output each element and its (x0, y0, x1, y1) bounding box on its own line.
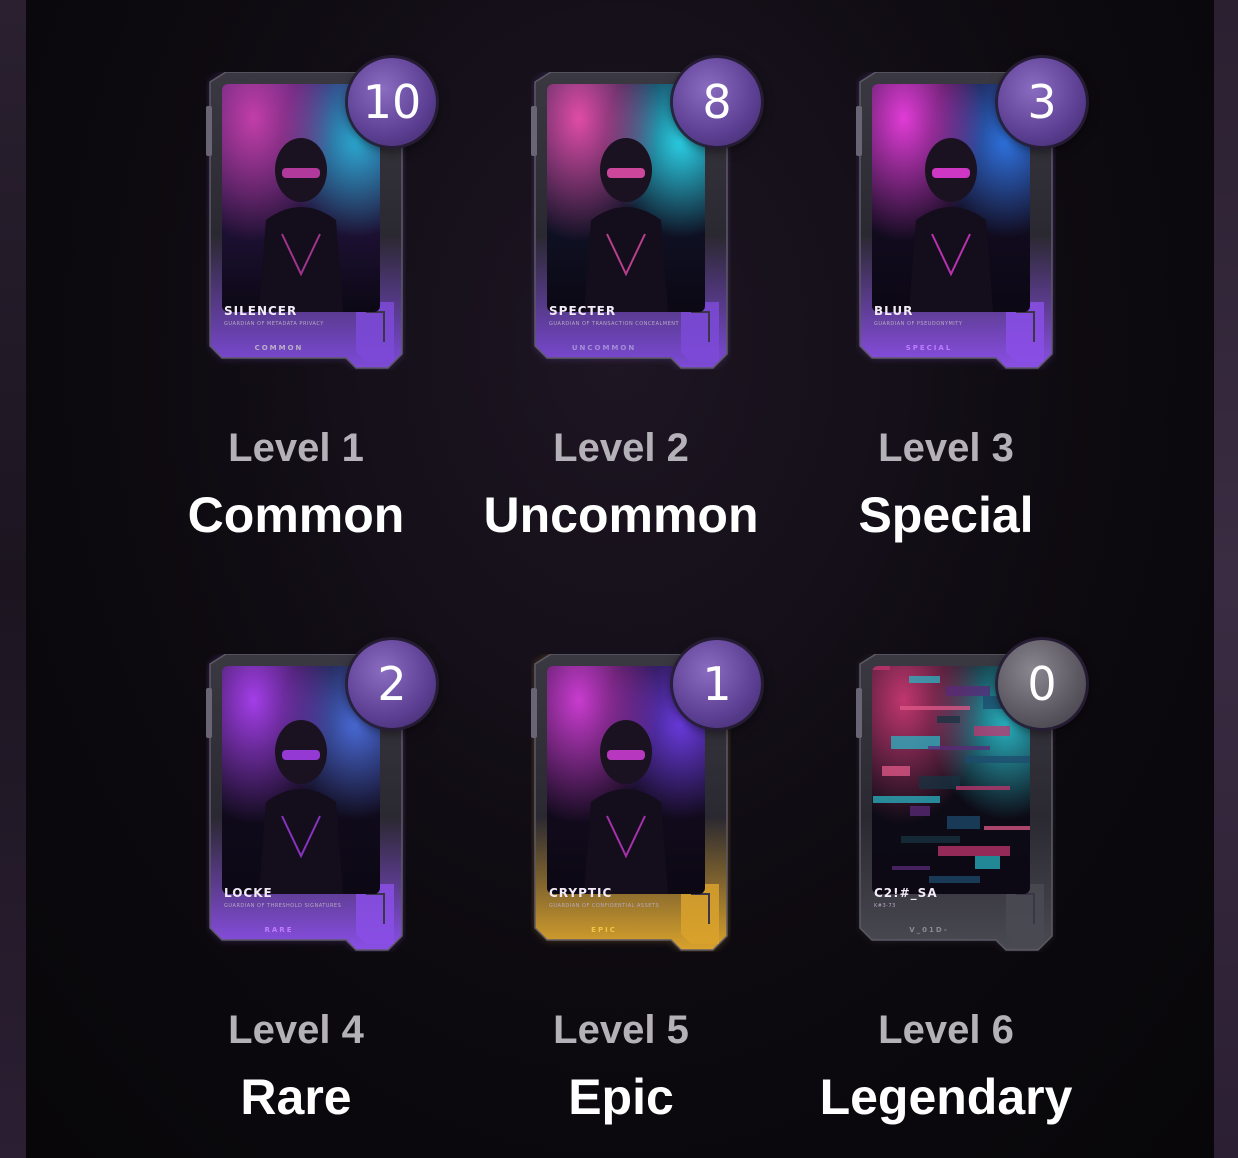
level-label: Level 3 (878, 426, 1014, 470)
card-subtitle: K#3-73 (874, 903, 896, 909)
card-subtitle: GUARDIAN OF PSEUDONYMITY (874, 321, 963, 327)
card-subtitle: GUARDIAN OF CONFIDENTIAL ASSETS (549, 903, 660, 909)
tier-label: Epic (568, 1069, 674, 1125)
character-card[interactable]: CRYPTIC GUARDIAN OF CONFIDENTIAL ASSETS EP… (531, 640, 761, 951)
card-rarity: EPIC (591, 926, 617, 934)
owned-count-badge: 8 (673, 58, 761, 146)
card-name: SILENCER (224, 304, 298, 318)
character-card[interactable]: BLUR GUARDIAN OF PSEUDONYMITY SPECIAL 3 (856, 58, 1086, 369)
tier-label: Uncommon (483, 487, 759, 543)
character-silhouette (252, 706, 350, 894)
level-label: Level 1 (228, 426, 364, 470)
level-label: Level 5 (553, 1008, 689, 1052)
character-card[interactable]: C2!#_SA K#3-73 V_01D- 0 (856, 640, 1086, 951)
character-silhouette (902, 124, 1000, 312)
card-subtitle: GUARDIAN OF TRANSACTION CONCEALMENT (549, 321, 680, 327)
card-rarity: V_01D- (909, 926, 949, 934)
card-slot[interactable]: SPECTER GUARDIAN OF TRANSACTION CONCEALME… (461, 58, 781, 578)
owned-count-badge: 0 (998, 640, 1086, 728)
tier-label: Legendary (819, 1069, 1073, 1125)
owned-count-badge: 1 (673, 640, 761, 728)
card-name: BLUR (874, 304, 914, 318)
character-silhouette (252, 124, 350, 312)
tier-label: Special (858, 487, 1034, 543)
card-name: SPECTER (549, 304, 617, 318)
card-name: CRYPTIC (549, 886, 613, 900)
card-subtitle: GUARDIAN OF THRESHOLD SIGNATURES (224, 903, 342, 909)
left-edge (0, 0, 26, 1158)
right-edge (1214, 0, 1238, 1158)
character-card[interactable]: LOCKE GUARDIAN OF THRESHOLD SIGNATURES RAR… (206, 640, 436, 951)
card-slot[interactable]: CRYPTIC GUARDIAN OF CONFIDENTIAL ASSETS EP… (461, 640, 781, 1158)
collection-page: SILENCER GUARDIAN OF METADATA PRIVACY COMM… (0, 0, 1238, 1158)
character-card[interactable]: SPECTER GUARDIAN OF TRANSACTION CONCEALME… (531, 58, 761, 369)
card-rarity: SPECIAL (905, 344, 953, 352)
card-subtitle: GUARDIAN OF METADATA PRIVACY (224, 321, 324, 327)
owned-count-badge: 2 (348, 640, 436, 728)
owned-count-badge: 10 (348, 58, 436, 146)
card-slot[interactable]: LOCKE GUARDIAN OF THRESHOLD SIGNATURES RAR… (136, 640, 456, 1158)
character-silhouette (577, 124, 675, 312)
level-label: Level 2 (553, 426, 689, 470)
card-rarity: COMMON (254, 344, 304, 352)
card-slot[interactable]: C2!#_SA K#3-73 V_01D- 0 Level 6 Legendary (786, 640, 1106, 1158)
card-slot[interactable]: SILENCER GUARDIAN OF METADATA PRIVACY COMM… (136, 58, 456, 578)
card-name: C2!#_SA (874, 886, 938, 900)
character-card[interactable]: SILENCER GUARDIAN OF METADATA PRIVACY COMM… (206, 58, 436, 369)
tier-label: Rare (240, 1069, 352, 1125)
card-rarity: RARE (264, 926, 294, 934)
owned-count-badge: 3 (998, 58, 1086, 146)
character-silhouette (577, 706, 675, 894)
card-rarity: UNCOMMON (571, 344, 637, 352)
level-label: Level 4 (228, 1008, 364, 1052)
level-label: Level 6 (878, 1008, 1014, 1052)
card-name: LOCKE (224, 886, 273, 900)
card-slot[interactable]: BLUR GUARDIAN OF PSEUDONYMITY SPECIAL 3 Leve… (786, 58, 1106, 578)
tier-label: Common (187, 487, 405, 543)
